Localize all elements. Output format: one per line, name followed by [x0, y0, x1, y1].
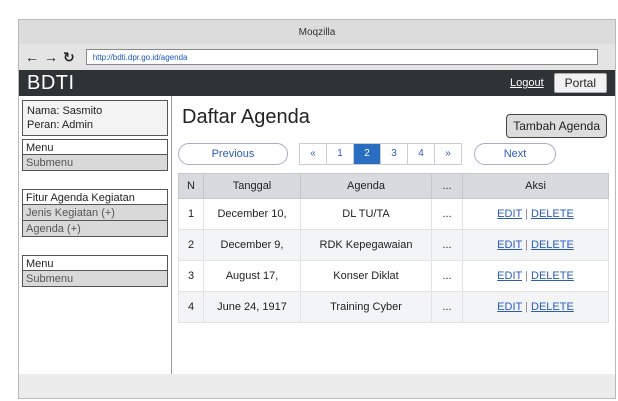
- delete-link[interactable]: DELETE: [531, 208, 574, 220]
- pagination: Previous « 1 2 3 4 » Next: [178, 143, 609, 165]
- sidebar-item-menu[interactable]: Menu: [22, 139, 168, 155]
- cell-tanggal: June 24, 1917: [203, 291, 301, 323]
- cell-no: 2: [178, 229, 204, 261]
- page-content: Nama: Sasmito Peran: Admin Menu Submenu …: [19, 96, 615, 374]
- cell-actions: EDIT | DELETE: [462, 229, 609, 261]
- next-button[interactable]: Next: [474, 143, 556, 165]
- app-header: BDTI Logout Portal: [19, 70, 615, 96]
- col-header-no: N: [178, 173, 204, 199]
- brand-logo[interactable]: BDTI: [27, 72, 75, 95]
- delete-link[interactable]: DELETE: [531, 301, 574, 313]
- cell-more[interactable]: ...: [431, 198, 463, 230]
- user-info: Nama: Sasmito Peran: Admin: [22, 100, 168, 136]
- cell-no: 4: [178, 291, 204, 323]
- page-1[interactable]: 1: [326, 143, 354, 165]
- url-input[interactable]: http://bdti.dpr.go.id/agenda: [85, 49, 598, 65]
- page-3[interactable]: 3: [380, 143, 408, 165]
- edit-link[interactable]: EDIT: [497, 208, 522, 220]
- col-header-more: ...: [431, 173, 463, 199]
- delete-link[interactable]: DELETE: [531, 239, 574, 251]
- back-icon[interactable]: ←: [25, 50, 39, 64]
- col-header-aksi: Aksi: [462, 173, 609, 199]
- address-bar: ← → ↻ http://bdti.dpr.go.id/agenda: [19, 44, 615, 70]
- agenda-table: N Tanggal Agenda ... Aksi 1 December 10,…: [178, 173, 609, 323]
- cell-more[interactable]: ...: [431, 229, 463, 261]
- cell-no: 1: [178, 198, 204, 230]
- forward-icon[interactable]: →: [44, 50, 58, 64]
- cell-agenda: DL TU/TA: [300, 198, 432, 230]
- sidebar-item-jenis-kegiatan[interactable]: Jenis Kegiatan (+): [22, 205, 168, 221]
- cell-tanggal: December 9,: [203, 229, 301, 261]
- edit-link[interactable]: EDIT: [497, 301, 522, 313]
- page-last[interactable]: »: [434, 143, 462, 165]
- sidebar-item-fitur-agenda[interactable]: Fitur Agenda Kegiatan: [22, 189, 168, 205]
- col-header-agenda: Agenda: [300, 173, 432, 199]
- add-agenda-button[interactable]: Tambah Agenda: [506, 114, 607, 138]
- edit-link[interactable]: EDIT: [497, 270, 522, 282]
- portal-button[interactable]: Portal: [553, 73, 607, 93]
- browser-window: Moqzilla ← → ↻ http://bdti.dpr.go.id/age…: [18, 19, 616, 399]
- sidebar-item-submenu[interactable]: Submenu: [22, 155, 168, 171]
- user-name: Nama: Sasmito: [27, 105, 103, 117]
- user-role: Peran: Admin: [27, 119, 94, 131]
- table-row: 2 December 9, RDK Kepegawaian ... EDIT |…: [178, 229, 609, 261]
- table-row: 1 December 10, DL TU/TA ... EDIT | DELET…: [178, 198, 609, 230]
- main-area: Daftar Agenda Tambah Agenda Previous « 1…: [172, 96, 615, 374]
- table-row: 3 August 17, Konser Diklat ... EDIT | DE…: [178, 260, 609, 292]
- logout-link[interactable]: Logout: [510, 77, 544, 89]
- sidebar-item-agenda[interactable]: Agenda (+): [22, 221, 168, 237]
- cell-agenda: Training Cyber: [300, 291, 432, 323]
- page-4[interactable]: 4: [407, 143, 435, 165]
- cell-actions: EDIT | DELETE: [462, 260, 609, 292]
- cell-tanggal: August 17,: [203, 260, 301, 292]
- col-header-tanggal: Tanggal: [203, 173, 301, 199]
- sidebar: Nama: Sasmito Peran: Admin Menu Submenu …: [19, 96, 172, 374]
- reload-icon[interactable]: ↻: [63, 50, 75, 64]
- page-first[interactable]: «: [299, 143, 327, 165]
- page-2[interactable]: 2: [353, 143, 381, 165]
- cell-agenda: RDK Kepegawaian: [300, 229, 432, 261]
- sidebar-item-submenu-2[interactable]: Submenu: [22, 271, 168, 287]
- cell-tanggal: December 10,: [203, 198, 301, 230]
- cell-no: 3: [178, 260, 204, 292]
- sidebar-item-menu-2[interactable]: Menu: [22, 255, 168, 271]
- previous-button[interactable]: Previous: [178, 143, 288, 165]
- edit-link[interactable]: EDIT: [497, 239, 522, 251]
- cell-agenda: Konser Diklat: [300, 260, 432, 292]
- table-row: 4 June 24, 1917 Training Cyber ... EDIT …: [178, 291, 609, 323]
- cell-actions: EDIT | DELETE: [462, 198, 609, 230]
- delete-link[interactable]: DELETE: [531, 270, 574, 282]
- cell-more[interactable]: ...: [431, 260, 463, 292]
- cell-actions: EDIT | DELETE: [462, 291, 609, 323]
- cell-more[interactable]: ...: [431, 291, 463, 323]
- window-title: Moqzilla: [19, 20, 615, 44]
